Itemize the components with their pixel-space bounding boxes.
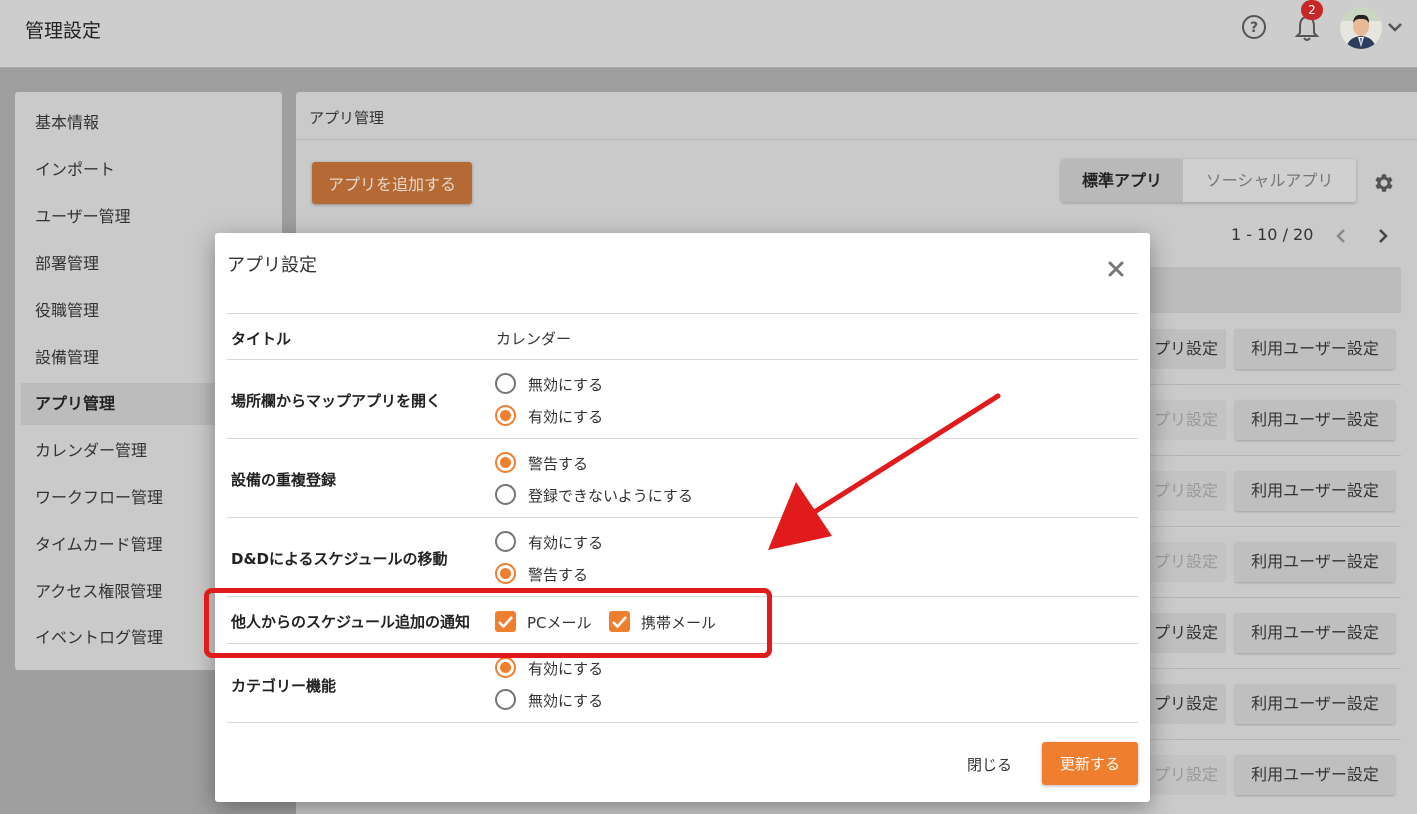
row-divider bbox=[1136, 526, 1401, 527]
title-row-label: タイトル bbox=[231, 330, 292, 348]
radio-button-selected[interactable] bbox=[495, 405, 516, 426]
user-setting-button[interactable]: 利用ユーザー設定 bbox=[1235, 329, 1395, 369]
panel-title: アプリ管理 bbox=[309, 109, 385, 127]
update-button[interactable]: 更新する bbox=[1042, 742, 1138, 785]
chevron-left-icon[interactable] bbox=[1333, 227, 1349, 245]
close-button[interactable]: 閉じる bbox=[967, 754, 1012, 775]
option-label: 警告する bbox=[528, 455, 589, 473]
map-row-label: 場所欄からマップアプリを開く bbox=[231, 392, 442, 410]
row-divider bbox=[1136, 384, 1401, 385]
user-setting-button[interactable]: 利用ユーザー設定 bbox=[1235, 755, 1395, 795]
app-setting-button[interactable]: プリ設定 bbox=[1144, 755, 1226, 795]
gear-icon[interactable] bbox=[1371, 171, 1395, 195]
row-divider bbox=[1136, 597, 1401, 598]
avatar[interactable] bbox=[1340, 7, 1382, 49]
divider bbox=[227, 313, 1138, 314]
user-setting-button[interactable]: 利用ユーザー設定 bbox=[1235, 684, 1395, 724]
tab-standard-apps[interactable]: 標準アプリ bbox=[1061, 159, 1183, 202]
duplicate-row-label: 設備の重複登録 bbox=[231, 471, 337, 489]
user-setting-button[interactable]: 利用ユーザー設定 bbox=[1235, 542, 1395, 582]
option-label: 有効にする bbox=[528, 534, 604, 552]
category-row-label: カテゴリー機能 bbox=[231, 677, 337, 695]
user-setting-button[interactable]: 利用ユーザー設定 bbox=[1235, 400, 1395, 440]
app-setting-button[interactable]: プリ設定 bbox=[1144, 471, 1226, 511]
annotation-highlight-box bbox=[204, 588, 772, 658]
radio-button[interactable] bbox=[495, 484, 516, 505]
app-setting-button[interactable]: プリ設定 bbox=[1144, 613, 1226, 653]
modal-title: アプリ設定 bbox=[227, 255, 317, 276]
sidebar-item-import[interactable]: インポート bbox=[21, 149, 282, 191]
top-bar: 管理設定 bbox=[0, 0, 1417, 68]
radio-button-selected[interactable] bbox=[495, 563, 516, 584]
radio-button-selected[interactable] bbox=[495, 452, 516, 473]
title-row-value: カレンダー bbox=[496, 330, 572, 348]
option-label: 登録できないようにする bbox=[528, 487, 693, 505]
sidebar-item-users[interactable]: ユーザー管理 bbox=[21, 196, 282, 238]
help-icon[interactable]: ? bbox=[1241, 14, 1267, 40]
pagination-text: 1 - 10 / 20 bbox=[1231, 225, 1314, 244]
annotation-arrow-icon bbox=[768, 393, 1001, 550]
app-setting-button[interactable]: プリ設定 bbox=[1144, 400, 1226, 440]
svg-text:?: ? bbox=[1250, 20, 1258, 36]
notification-badge: 2 bbox=[1301, 0, 1323, 20]
tab-social-apps[interactable]: ソーシャルアプリ bbox=[1183, 159, 1356, 202]
table-header-band bbox=[1146, 267, 1401, 313]
close-icon[interactable] bbox=[1107, 260, 1125, 278]
user-setting-button[interactable]: 利用ユーザー設定 bbox=[1235, 613, 1395, 653]
panel-header: アプリ管理 bbox=[296, 92, 1417, 140]
page-title: 管理設定 bbox=[25, 20, 102, 42]
row-divider bbox=[1136, 455, 1401, 456]
option-label: 無効にする bbox=[528, 692, 604, 710]
divider bbox=[227, 722, 1138, 723]
sidebar-item-basic-info[interactable]: 基本情報 bbox=[21, 102, 282, 144]
chevron-right-icon[interactable] bbox=[1375, 227, 1391, 245]
radio-button-selected[interactable] bbox=[495, 657, 516, 678]
app-setting-button[interactable]: プリ設定 bbox=[1144, 542, 1226, 582]
option-label: 有効にする bbox=[528, 408, 604, 426]
dnd-row-label: D&Dによるスケジュールの移動 bbox=[231, 550, 448, 568]
app-type-toggle: 標準アプリ ソーシャルアプリ bbox=[1061, 159, 1356, 202]
radio-button[interactable] bbox=[495, 373, 516, 394]
row-divider bbox=[1136, 668, 1401, 669]
option-label: 警告する bbox=[528, 566, 589, 584]
user-setting-button[interactable]: 利用ユーザー設定 bbox=[1235, 471, 1395, 511]
app-setting-button[interactable]: プリ設定 bbox=[1144, 329, 1226, 369]
option-label: 無効にする bbox=[528, 376, 604, 394]
row-divider bbox=[1136, 739, 1401, 740]
divider bbox=[227, 359, 1138, 360]
radio-button[interactable] bbox=[495, 689, 516, 710]
chevron-down-icon[interactable] bbox=[1386, 20, 1404, 34]
radio-button[interactable] bbox=[495, 531, 516, 552]
option-label: 有効にする bbox=[528, 660, 604, 678]
add-app-button[interactable]: アプリを追加する bbox=[312, 162, 472, 204]
app-setting-button[interactable]: プリ設定 bbox=[1144, 684, 1226, 724]
